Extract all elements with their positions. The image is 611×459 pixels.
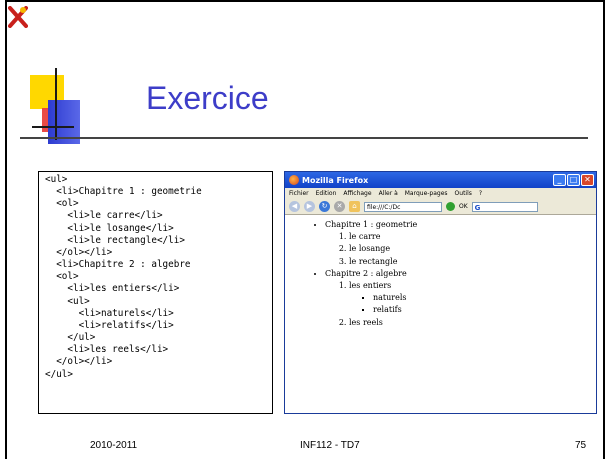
- menu-bar: Fichier Edition Affichage Aller à Marque…: [285, 188, 596, 199]
- list-item: naturels: [373, 292, 596, 304]
- window-title: Mozilla Firefox: [302, 175, 369, 185]
- stop-icon[interactable]: ✕: [334, 201, 345, 212]
- code-line: <li>le carre</li>: [45, 210, 163, 222]
- forward-icon[interactable]: ▶: [304, 201, 315, 212]
- menu-fichier[interactable]: Fichier: [289, 190, 309, 197]
- logo-icon: [8, 6, 28, 28]
- ok-label[interactable]: OK: [459, 203, 468, 210]
- code-line: <ol>: [45, 198, 79, 210]
- maximize-icon[interactable]: □: [567, 174, 580, 186]
- code-line: </ol></li>: [45, 246, 113, 258]
- chapter-2: Chapitre 2 : algebre: [325, 268, 407, 278]
- window-titlebar[interactable]: Mozilla Firefox _ □ ✕: [285, 172, 596, 188]
- ordered-list: le carre le losange le rectangle: [325, 231, 596, 268]
- menu-affichage[interactable]: Affichage: [343, 190, 371, 197]
- close-icon[interactable]: ✕: [581, 174, 594, 186]
- list-item: Chapitre 1 : geometrie le carre le losan…: [325, 219, 596, 268]
- list-item: les entiers: [349, 280, 596, 292]
- chapter-1: Chapitre 1 : geometrie: [325, 220, 418, 229]
- code-line: <li>Chapitre 2 : algebre: [45, 259, 191, 271]
- code-line: </ul>: [45, 368, 73, 380]
- code-line: <li>les reels</li>: [45, 344, 169, 356]
- code-line: <li>le rectangle</li>: [45, 234, 185, 246]
- list-item: les reels: [349, 317, 596, 329]
- page-content: Chapitre 1 : geometrie le carre le losan…: [285, 215, 596, 329]
- code-line: <li>les entiers</li>: [45, 283, 180, 295]
- list-item: Chapitre 2 : algebre les entiers naturel…: [325, 268, 596, 329]
- menu-edition[interactable]: Edition: [316, 190, 337, 197]
- back-icon[interactable]: ◀: [289, 201, 300, 212]
- ordered-list: les entiers naturels relatifs les reels: [325, 280, 596, 329]
- list-item: le carre: [349, 231, 596, 243]
- code-line: <ul>: [45, 295, 90, 307]
- code-line: <ul>: [45, 174, 68, 185]
- code-line: </ul>: [45, 332, 96, 344]
- menu-marque-pages[interactable]: Marque-pages: [405, 190, 448, 197]
- slide-title: Exercice: [146, 80, 269, 116]
- code-line: </ol></li>: [45, 356, 113, 368]
- firefox-icon: [289, 175, 299, 185]
- code-line: <li>le losange</li>: [45, 222, 174, 234]
- outer-list: Chapitre 1 : geometrie le carre le losan…: [285, 219, 596, 329]
- firefox-window: Mozilla Firefox _ □ ✕ Fichier Edition Af…: [284, 171, 597, 414]
- code-line: <li>relatifs</li>: [45, 319, 174, 331]
- menu-outils[interactable]: Outils: [455, 190, 472, 197]
- footer-date: 2010-2011: [90, 440, 138, 451]
- list-item: le rectangle: [349, 256, 596, 268]
- code-line: <li>naturels</li>: [45, 307, 174, 319]
- menu-help[interactable]: ?: [479, 190, 482, 197]
- list-item: le losange: [349, 243, 596, 255]
- search-field[interactable]: G: [471, 201, 538, 212]
- html-code-block: <ul> <li>Chapitre 1 : geometrie <ol> <li…: [38, 171, 273, 414]
- title-rule: [20, 137, 588, 139]
- menu-aller[interactable]: Aller à: [379, 190, 398, 197]
- code-line: <li>Chapitre 1 : geometrie: [45, 186, 202, 198]
- page-number: 75: [575, 440, 587, 451]
- code-line: <ol>: [45, 271, 79, 283]
- footer-course: INF112 - TD7: [300, 440, 360, 451]
- nested-list: naturels relatifs: [349, 292, 596, 316]
- reload-icon[interactable]: ↻: [319, 201, 330, 212]
- url-field[interactable]: file:///C:/Dc: [364, 201, 442, 212]
- list-item: relatifs: [373, 304, 596, 316]
- minimize-icon[interactable]: _: [553, 174, 566, 186]
- home-icon[interactable]: ⌂: [349, 201, 360, 212]
- go-icon[interactable]: [446, 202, 455, 211]
- nav-toolbar: ◀ ▶ ↻ ✕ ⌂ file:///C:/Dc OK G: [285, 199, 596, 215]
